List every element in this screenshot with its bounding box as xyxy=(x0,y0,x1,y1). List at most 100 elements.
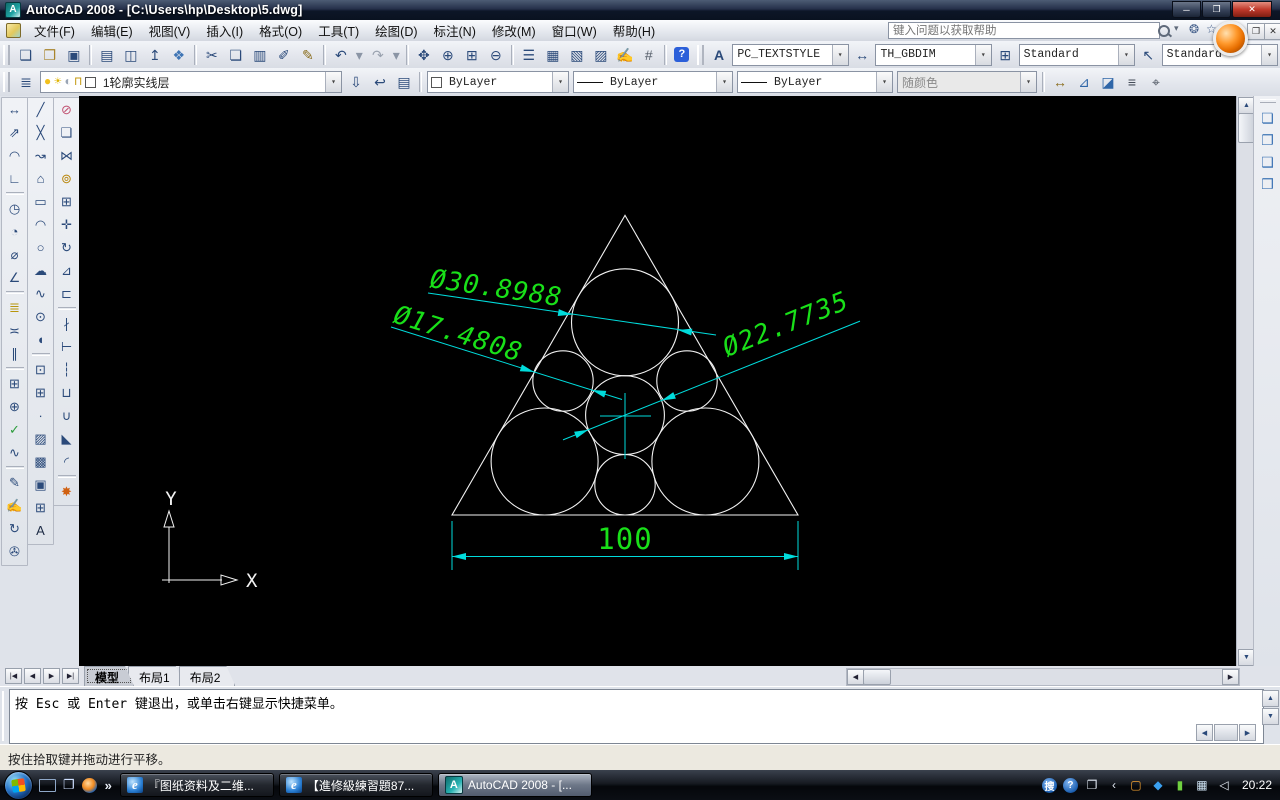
break-button[interactable]: ⊔ xyxy=(56,382,77,403)
tolerance-button[interactable]: ⊞ xyxy=(4,373,25,394)
linetype-combo[interactable]: ByLayer ▾ xyxy=(573,71,733,93)
power-tray-icon[interactable]: ▮ xyxy=(1172,777,1188,793)
toolbar-grip[interactable] xyxy=(3,72,10,92)
zoom-realtime-button[interactable]: ⊕ xyxy=(437,44,459,66)
angular-dimension-button[interactable]: ∠ xyxy=(4,267,25,288)
continue-dimension-button[interactable]: ∥ xyxy=(4,343,25,364)
redo-menu-button[interactable]: ▾ xyxy=(391,44,402,66)
plot-preview-button[interactable]: ◫ xyxy=(120,44,142,66)
command-vertical-scrollbar[interactable]: ▲ ▼ xyxy=(1262,690,1279,725)
open-button[interactable]: ❒ xyxy=(39,44,61,66)
plot-button[interactable]: ▤ xyxy=(96,44,118,66)
tab-layout2[interactable]: 布局2 xyxy=(179,666,236,686)
linear-dimension-button[interactable]: ↔ xyxy=(4,99,25,120)
line-button[interactable]: ╱ xyxy=(30,99,51,120)
gradient-button[interactable]: ▩ xyxy=(30,451,51,472)
zoom-previous-button[interactable]: ⊖ xyxy=(485,44,507,66)
menu-window-item[interactable]: 窗口(W) xyxy=(544,19,605,42)
tab-layout1[interactable]: 布局1 xyxy=(128,666,185,686)
layer-lock-icon[interactable]: ⊓ xyxy=(75,76,82,88)
region-button[interactable]: ▣ xyxy=(30,474,51,495)
chevron-left-tray-icon[interactable]: ‹ xyxy=(1106,777,1122,793)
layer-states-button[interactable]: ▤ xyxy=(393,71,415,93)
construction-line-button[interactable]: ╳ xyxy=(30,122,51,143)
search-dropdown-icon[interactable]: ▾ xyxy=(1174,23,1179,34)
new-button[interactable]: ❑ xyxy=(15,44,37,66)
chevron-down-icon[interactable]: ▾ xyxy=(552,72,568,92)
multileader-style-manager-button[interactable]: ↖ xyxy=(1138,44,1159,66)
scroll-right-button[interactable]: ▶ xyxy=(1222,669,1239,685)
dimension-style-button[interactable]: ✇ xyxy=(4,541,25,562)
orange-overlay-icon[interactable] xyxy=(1213,21,1248,56)
scroll-down-button[interactable]: ▼ xyxy=(1262,708,1279,725)
quickcalc-button[interactable]: # xyxy=(638,44,660,66)
menu-modify-item[interactable]: 修改(M) xyxy=(484,19,544,42)
undo-button[interactable]: ↶ xyxy=(330,44,352,66)
mdi-close-button[interactable]: ✕ xyxy=(1264,23,1280,40)
zoom-window-button[interactable]: ⊞ xyxy=(461,44,483,66)
mirror-button[interactable]: ⋈ xyxy=(56,145,77,166)
help-button[interactable]: ? xyxy=(671,44,693,66)
polygon-button[interactable]: ⌂ xyxy=(30,168,51,189)
dimension-text-edit-button[interactable]: ✍ xyxy=(4,495,25,516)
mdi-restore-button[interactable]: ❐ xyxy=(1247,23,1265,40)
minimize-button[interactable]: ─ xyxy=(1172,1,1201,18)
block-editor-button[interactable]: ✎ xyxy=(297,44,319,66)
layer-vp-freeze-icon[interactable]: ◐ xyxy=(64,76,71,88)
dimension-style-combo[interactable]: TH_GBDIM ▾ xyxy=(875,43,992,66)
chevron-down-icon[interactable]: ▾ xyxy=(974,44,991,65)
command-horizontal-scrollbar[interactable]: ◀ ▶ xyxy=(1196,724,1256,741)
rectangle-button[interactable]: ▭ xyxy=(30,191,51,212)
tool-palettes-button[interactable]: ▧ xyxy=(566,44,588,66)
menu-draw-item[interactable]: 绘图(D) xyxy=(367,19,425,42)
move-button[interactable]: ✛ xyxy=(56,214,77,235)
scale-button[interactable]: ⊿ xyxy=(56,260,77,281)
markup-set-manager-button[interactable]: ✍ xyxy=(614,44,636,66)
last-tab-button[interactable]: ▶| xyxy=(62,668,79,684)
chevron-down-icon[interactable]: ▾ xyxy=(325,72,341,92)
start-button[interactable] xyxy=(4,770,33,800)
jogged-dimension-button[interactable]: ◔ xyxy=(4,221,25,242)
help-center-tray-icon[interactable]: ? xyxy=(1062,777,1078,793)
toolbar-grip[interactable] xyxy=(696,44,704,65)
vertical-scrollbar[interactable]: ▲ ▼ xyxy=(1236,96,1255,666)
explode-button[interactable]: ✸ xyxy=(56,481,77,502)
toolbar-grip[interactable] xyxy=(3,44,10,65)
first-tab-button[interactable]: |◀ xyxy=(5,668,22,684)
erase-button[interactable]: ⊘ xyxy=(56,99,77,120)
break-at-point-button[interactable]: ┆ xyxy=(56,359,77,380)
join-button[interactable]: ∪ xyxy=(56,405,77,426)
color-combo[interactable]: ByLayer ▾ xyxy=(427,71,569,93)
search-icon[interactable] xyxy=(1158,25,1170,37)
stretch-button[interactable]: ⊏ xyxy=(56,283,77,304)
3d-dwf-button[interactable]: ❖ xyxy=(168,44,190,66)
copy-object-button[interactable]: ❏ xyxy=(56,122,77,143)
close-button[interactable]: ✕ xyxy=(1232,1,1272,18)
circle-button[interactable]: ○ xyxy=(30,237,51,258)
multiline-text-button[interactable]: A xyxy=(30,520,51,541)
center-mark-button[interactable]: ⊕ xyxy=(4,396,25,417)
dimension-inspect-button[interactable]: ✓ xyxy=(4,419,25,440)
fillet-button[interactable]: ◜ xyxy=(56,451,77,472)
lineweight-combo[interactable]: ByLayer ▾ xyxy=(737,71,893,93)
extend-button[interactable]: ⊢ xyxy=(56,336,77,357)
rotate-button[interactable]: ↻ xyxy=(56,237,77,258)
switch-windows-icon[interactable]: ❐ xyxy=(63,777,75,793)
menu-edit-item[interactable]: 编辑(E) xyxy=(83,19,141,42)
cut-button[interactable]: ✂ xyxy=(201,44,223,66)
menu-dimension-item[interactable]: 标注(N) xyxy=(426,19,484,42)
restore-button[interactable]: ❐ xyxy=(1202,1,1231,18)
ordinate-dimension-button[interactable]: ∟ xyxy=(4,168,25,189)
network-tray-icon[interactable]: ▦ xyxy=(1194,777,1210,793)
dimension-update-button[interactable]: ↻ xyxy=(4,518,25,539)
volume-tray-icon[interactable]: ◁ xyxy=(1216,777,1232,793)
scroll-up-button[interactable]: ▲ xyxy=(1262,690,1279,707)
layer-combo[interactable]: ● ☀ ◐ ⊓ 1轮廓实线层 ▾ xyxy=(40,71,342,93)
show-desktop-icon[interactable] xyxy=(39,778,56,792)
pan-button[interactable]: ✥ xyxy=(413,44,435,66)
insert-block-button[interactable]: ⊡ xyxy=(30,359,51,380)
point-button[interactable]: ∙ xyxy=(30,405,51,426)
make-object-layer-current-button[interactable]: ⇩ xyxy=(345,71,367,93)
aligned-dimension-button[interactable]: ⇗ xyxy=(4,122,25,143)
previous-tab-button[interactable]: ◀ xyxy=(24,668,41,684)
